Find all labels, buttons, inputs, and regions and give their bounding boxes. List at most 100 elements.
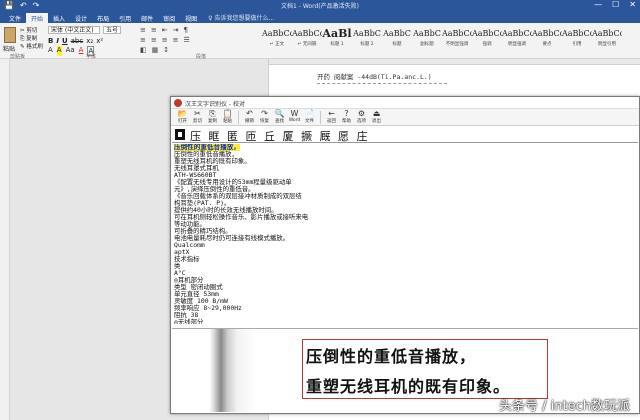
tab-layout[interactable]: 布局 [92, 13, 114, 23]
navigation-pane-strip [0, 59, 10, 420]
font-size-select[interactable]: 五号 [103, 26, 121, 34]
show-marks-icon[interactable]: ¶ [184, 26, 188, 36]
style-item[interactable]: AaBbC 标题 [382, 25, 412, 57]
line-spacing-icon[interactable]: ↕ [163, 46, 169, 56]
underline-button[interactable]: U [62, 37, 68, 45]
undo-button[interactable]: ↶ 撤销 [242, 109, 257, 126]
style-sample: AaBbCcDd [292, 29, 322, 38]
redo-icon: ↷ [261, 109, 268, 118]
file-button[interactable]: 📄 文件 [302, 109, 317, 126]
font-color-button[interactable]: A [79, 46, 84, 56]
open-button[interactable]: 📂 打开 [175, 109, 190, 126]
toolbar-label: 退出 [372, 119, 381, 124]
italic-button[interactable]: I [56, 37, 59, 45]
exit-button[interactable]: ⏏ 退出 [369, 109, 384, 126]
align-center-icon[interactable]: ≡ [151, 36, 157, 46]
style-sample: AaBbCcDd [262, 29, 292, 38]
watermark: 头条号 / intech数玩派 [499, 399, 630, 414]
style-name: ↵ 正文 [269, 42, 285, 47]
toolbar-label: 帮助 [342, 119, 351, 124]
scan-marker-icon [175, 129, 185, 140]
superscript-button[interactable]: x² [96, 37, 103, 45]
cut-button[interactable]: ✂ 剪切 [190, 109, 205, 126]
find-button[interactable]: 🔍 查找 [272, 109, 287, 126]
paste-button[interactable]: 📋 粘贴 [220, 109, 235, 126]
style-name: 明显引用 [598, 42, 616, 47]
bullets-icon[interactable]: ≡ [140, 26, 146, 36]
maximize-button[interactable]: ☐ [612, 0, 619, 9]
tab-view[interactable]: 视图 [180, 13, 202, 23]
style-name: 明显强调 [508, 42, 526, 47]
recognized-text-pane[interactable]: 压倒性的重低音播放， 压倒性的重低音播放， 重塑无线耳机的既有印象。 无线耳罩式耳机 A… [172, 144, 638, 324]
style-sample: AaBbC [383, 29, 411, 38]
style-sample: AaBbCcDd [532, 29, 562, 38]
style-item[interactable]: AaBbCcDd ↵ 正文 [262, 25, 292, 57]
exit-icon: ⏏ [372, 109, 381, 118]
close-button[interactable]: ✕ [629, 0, 636, 9]
highlight-button[interactable]: A [56, 46, 62, 56]
style-item[interactable]: AaBl 标题 1 [322, 25, 352, 57]
numbering-icon[interactable]: ≡ [151, 26, 157, 36]
back-button[interactable]: ← 返回 [324, 109, 339, 126]
toolbar-label: 撤销 [245, 119, 254, 124]
shading-icon[interactable]: ◧ [140, 46, 147, 56]
style-item[interactable]: AaBbCcD 不明显强调 [442, 25, 472, 57]
options-button[interactable]: ⚙ 选项 [354, 109, 369, 126]
style-name: 标题 [392, 42, 402, 47]
paragraph-group: ≡ ≡ ⇤ ⇥ ¶ ≡ ≡ ≡ ≡ ☰ ◧ ▦ ↕ [140, 26, 258, 54]
style-name: 标题 2 [360, 42, 374, 47]
cut-button[interactable]: ✂ 剪切 [20, 26, 37, 34]
change-case-button[interactable]: Aa [66, 46, 75, 56]
style-item[interactable]: AaBbCcDd ↵ 无间隔 [292, 25, 322, 57]
style-name: 强调 [482, 42, 492, 47]
style-item[interactable]: AaBbCcDd 要点 [532, 25, 562, 57]
toolbar-label: 复制 [208, 119, 217, 124]
scanned-header-strip: 压 眶 匿 匝 丘 厦 撅 厩 愿 庄 [172, 127, 638, 143]
paragraph-row-2: ≡ ≡ ≡ ≡ ☰ [140, 36, 258, 46]
tab-home[interactable]: 开始 [26, 13, 49, 23]
paste-button[interactable]: 粘贴 [3, 44, 15, 53]
paragraph-row-1: ≡ ≡ ⇤ ⇥ ¶ [140, 26, 258, 36]
tab-mailings[interactable]: 邮件 [136, 13, 158, 23]
justify-icon[interactable]: ≡ [173, 36, 179, 46]
style-item[interactable]: AaBbCcDd 强调 [472, 25, 502, 57]
format-painter-button[interactable]: ✎ 格式刷 [20, 42, 43, 50]
decrease-indent-icon[interactable]: ⇤ [162, 26, 168, 36]
distributed-icon[interactable]: ☰ [184, 36, 190, 46]
toolbar-label: 剪切 [193, 119, 202, 124]
paste-icon[interactable] [4, 27, 16, 43]
toolbar-label: Word [288, 118, 301, 123]
tab-references[interactable]: 引用 [114, 13, 136, 23]
word-export-button[interactable]: W Word [287, 109, 302, 126]
help-button[interactable]: ? 帮助 [339, 109, 354, 126]
minimize-button[interactable]: — [594, 0, 602, 9]
style-item[interactable]: AaBbC 标题 2 [352, 25, 382, 57]
tab-file[interactable]: 文件 [4, 13, 26, 23]
toolbar-label: 返回 [327, 119, 336, 124]
help-icon: ? [344, 109, 349, 118]
tell-me-search[interactable]: ♀ 告诉我您想要做什么... [202, 12, 280, 23]
tab-design[interactable]: 设计 [70, 13, 92, 23]
back-icon: ← [328, 109, 335, 118]
tab-review[interactable]: 审阅 [158, 13, 180, 23]
strikethrough-button[interactable]: abc [71, 37, 84, 45]
style-item[interactable]: AaBbCcDd 明显引用 [592, 25, 622, 57]
style-item[interactable]: AaBbCcDd 明显强调 [502, 25, 532, 57]
ribbon: 粘贴 ✂ 剪切 ⎘ 复制 ✎ 格式刷 剪贴板 宋体 (中文正文) 五号 B I … [0, 23, 640, 60]
style-item[interactable]: AaBbCcDd 引用 [562, 25, 592, 57]
text-effects-button[interactable]: A [48, 46, 53, 56]
borders-icon[interactable]: ▦ [152, 46, 159, 56]
copy-button[interactable]: ⎘ 复制 [205, 109, 220, 126]
increase-indent-icon[interactable]: ⇥ [173, 26, 179, 36]
align-right-icon[interactable]: ≡ [162, 36, 168, 46]
redo-button[interactable]: ↷ 恢复 [257, 109, 272, 126]
bold-button[interactable]: B [48, 37, 53, 45]
align-left-icon[interactable]: ≡ [140, 36, 146, 46]
tab-insert[interactable]: 插入 [48, 13, 70, 23]
style-sample: AaBl [322, 27, 352, 40]
toolbar-label: 打开 [178, 119, 187, 124]
subscript-button[interactable]: x₂ [86, 37, 93, 45]
font-name-select[interactable]: 宋体 (中文正文) [48, 26, 100, 34]
toolbar-label: 恢复 [260, 119, 269, 124]
style-item[interactable]: AaBbC 副标题 [412, 25, 442, 57]
